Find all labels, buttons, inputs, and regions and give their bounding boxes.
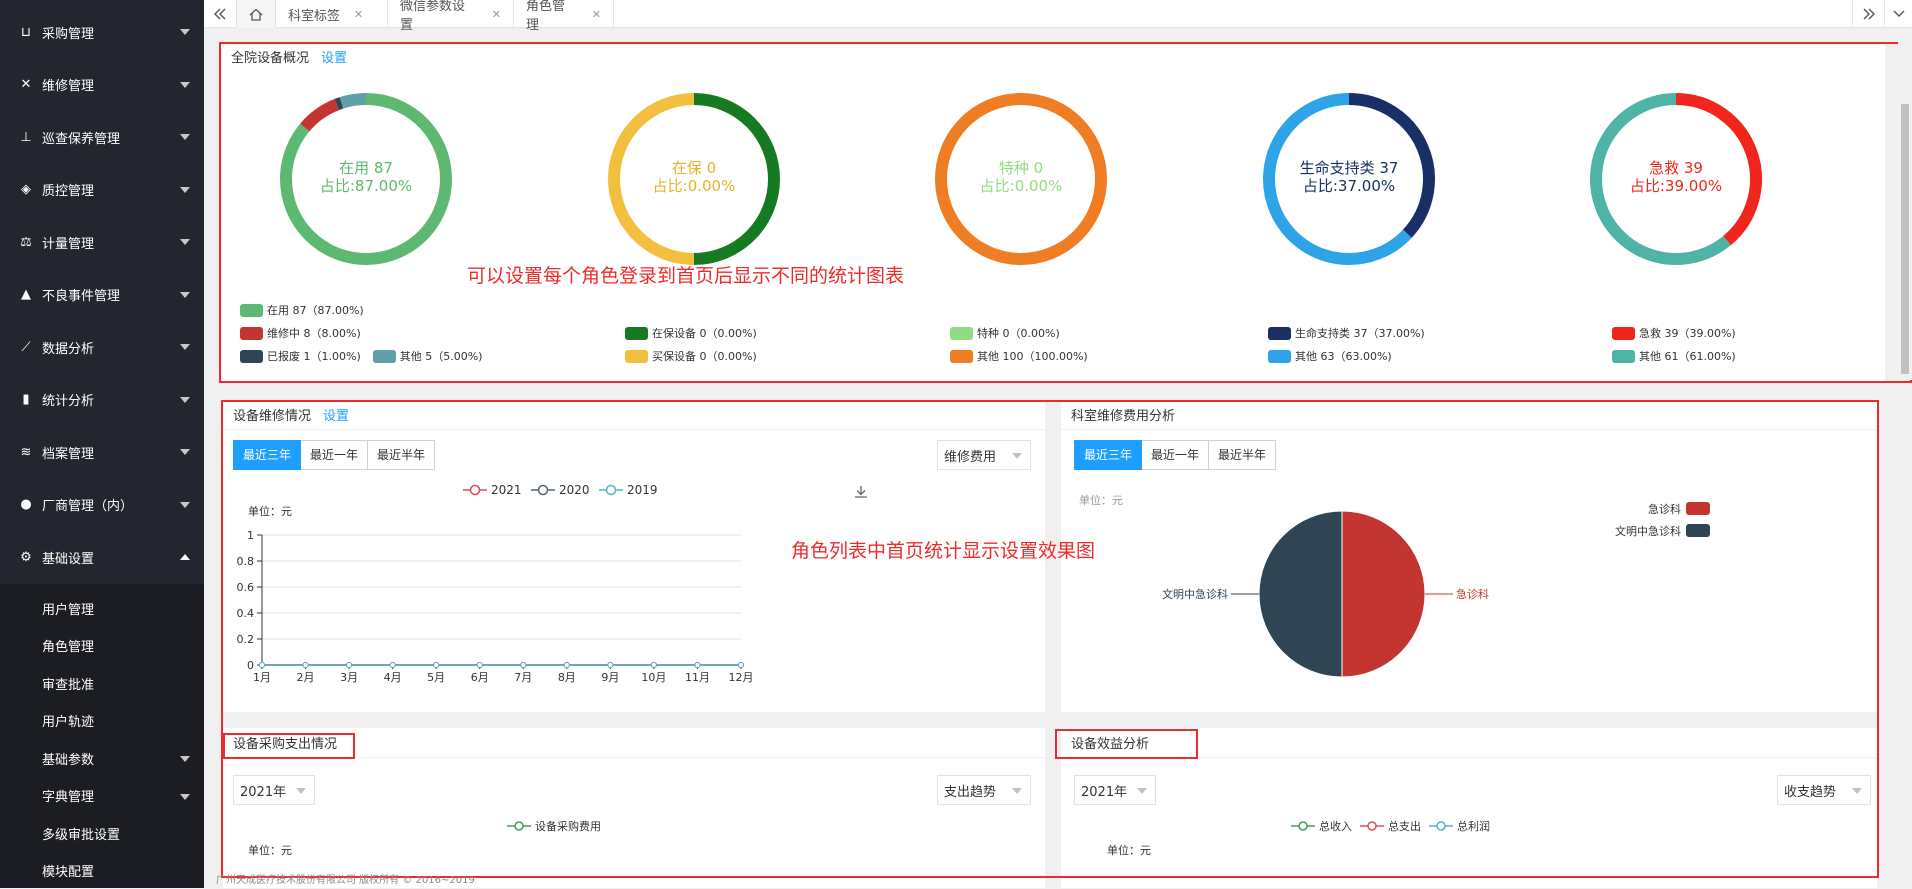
highlight-box-benefit-title	[1055, 729, 1198, 759]
highlight-box-procurement-title	[223, 733, 355, 759]
sidebar-item-1[interactable]: ✕ 维修管理	[0, 59, 204, 111]
submenu-item-label: 模块配置	[42, 865, 95, 880]
wrench-icon: ✕	[20, 77, 32, 92]
sidebar-submenu: 用户管理角色管理审查批准用户轨迹基础参数字典管理多级审批设置 模块配置	[0, 584, 204, 888]
caret-down-icon	[180, 239, 190, 245]
users-icon: ●	[20, 497, 32, 512]
warning-icon: ▲	[21, 287, 31, 302]
caret-down-icon	[180, 134, 190, 140]
sidebar-item-label: 档案管理	[42, 446, 95, 462]
sidebar-item-label: 数据分析	[42, 341, 95, 357]
caret-down-icon	[180, 396, 190, 403]
submenu-item-5[interactable]: 字典管理	[0, 778, 204, 814]
sidebar-item-9[interactable]: ● 厂商管理（内）	[0, 479, 204, 531]
layers-icon: ≋	[20, 444, 32, 460]
submenu-item-label: 用户轨迹	[42, 715, 95, 730]
tab-wechat-settings[interactable]: 微信参数设置 ✕	[388, 0, 514, 33]
sidebar-item-5[interactable]: ▲ 不良事件管理	[0, 269, 204, 321]
caret-down-icon	[180, 756, 190, 762]
caret-down-icon	[180, 186, 190, 193]
sidebar-item-label: 基础设置	[42, 551, 95, 567]
tab-bar: 科室标签 ✕ 微信参数设置 ✕ 角色管理 ✕	[204, 0, 1912, 33]
submenu-item-4[interactable]: 基础参数	[0, 740, 204, 776]
sidebar: ⊔ 采购管理 ✕ 维修管理 ⊥ 巡查保养管理 ◈ 质控管理 ⚖ 计量管理 ▲ 不良事件管理 ⟋ 数据分析 ▮…	[0, 0, 204, 888]
bar-chart-icon: ▮	[22, 392, 30, 407]
flask-icon: ⊥	[20, 129, 32, 145]
shield-icon: ◈	[21, 182, 31, 197]
sidebar-item-4[interactable]: ⚖ 计量管理	[0, 216, 204, 268]
line-chart-icon: ⟋	[21, 339, 31, 355]
highlight-box-overview	[219, 42, 1912, 383]
sidebar-item-8[interactable]: ≋ 档案管理	[0, 426, 204, 478]
caret-down-icon	[180, 793, 190, 800]
close-icon[interactable]: ✕	[592, 8, 601, 21]
tab-home[interactable]	[236, 0, 276, 28]
double-chevron-left-icon	[214, 8, 226, 20]
caret-down-icon	[180, 291, 190, 298]
cart-icon: ⊔	[20, 24, 32, 40]
submenu-item-label: 审查批准	[42, 677, 95, 693]
scroll-tabs-left-button[interactable]	[204, 0, 236, 28]
gear-icon: ⚙	[20, 549, 32, 565]
tab-label: 微信参数设置	[400, 0, 466, 33]
sidebar-item-label: 计量管理	[42, 236, 95, 252]
caret-down-icon	[180, 501, 190, 508]
footer-copyright: 广州天成医疗技术股份有限公司 版权所有 © 2016~2019	[216, 875, 475, 886]
sidebar-item-label: 不良事件管理	[42, 289, 121, 304]
submenu-item-label: 角色管理	[42, 640, 95, 655]
scrollbar-thumb[interactable]	[1901, 104, 1909, 374]
submenu-item-label: 字典管理	[42, 790, 95, 805]
double-chevron-right-icon	[1863, 8, 1875, 20]
sidebar-item-7[interactable]: ▮ 统计分析	[0, 374, 204, 426]
submenu-item-6[interactable]: 多级审批设置	[0, 815, 204, 851]
caret-down-icon	[180, 81, 190, 88]
caret-down-icon	[180, 29, 190, 35]
scroll-tabs-right-button[interactable]	[1852, 0, 1884, 28]
sidebar-item-2[interactable]: ⊥ 巡查保养管理	[0, 111, 204, 163]
sidebar-item-label: 统计分析	[42, 394, 95, 409]
submenu-item-label: 基础参数	[42, 752, 95, 768]
sidebar-item-label: 厂商管理（内）	[42, 499, 134, 514]
scale-icon: ⚖	[20, 234, 32, 250]
close-icon[interactable]: ✕	[492, 8, 501, 21]
sidebar-item-label: 采购管理	[42, 26, 95, 42]
submenu-item-2[interactable]: 审查批准	[0, 665, 204, 701]
submenu-item-1[interactable]: 角色管理	[0, 628, 204, 664]
sidebar-item-label: 巡查保养管理	[42, 131, 121, 147]
sidebar-item-6[interactable]: ⟋ 数据分析	[0, 321, 204, 373]
sidebar-item-label: 维修管理	[42, 79, 95, 94]
scrollbar[interactable]	[1898, 40, 1912, 380]
close-icon[interactable]: ✕	[354, 8, 363, 21]
submenu-item-0[interactable]: 用户管理	[0, 590, 204, 626]
submenu-item-7[interactable]: 模块配置	[0, 853, 204, 889]
submenu-item-label: 多级审批设置	[42, 827, 121, 843]
tab-label: 角色管理	[526, 0, 566, 33]
tab-role-management[interactable]: 角色管理 ✕	[514, 0, 614, 33]
sidebar-item-label: 质控管理	[42, 184, 95, 199]
submenu-item-3[interactable]: 用户轨迹	[0, 703, 204, 739]
sidebar-item-10[interactable]: ⚙ 基础设置	[0, 531, 204, 583]
tab-label: 科室标签	[288, 8, 341, 24]
caret-down-icon	[180, 344, 190, 350]
chevron-down-icon	[1893, 10, 1904, 17]
sidebar-item-0[interactable]: ⊔ 采购管理	[0, 6, 204, 58]
submenu-item-label: 用户管理	[42, 602, 95, 618]
highlight-box-middle	[221, 400, 1879, 878]
caret-down-icon	[180, 449, 190, 455]
home-icon	[249, 8, 263, 21]
caret-up-icon	[180, 554, 190, 560]
sidebar-item-3[interactable]: ◈ 质控管理	[0, 164, 204, 216]
tab-dept-labels[interactable]: 科室标签 ✕	[276, 0, 388, 28]
tab-menu-button[interactable]	[1884, 0, 1912, 28]
